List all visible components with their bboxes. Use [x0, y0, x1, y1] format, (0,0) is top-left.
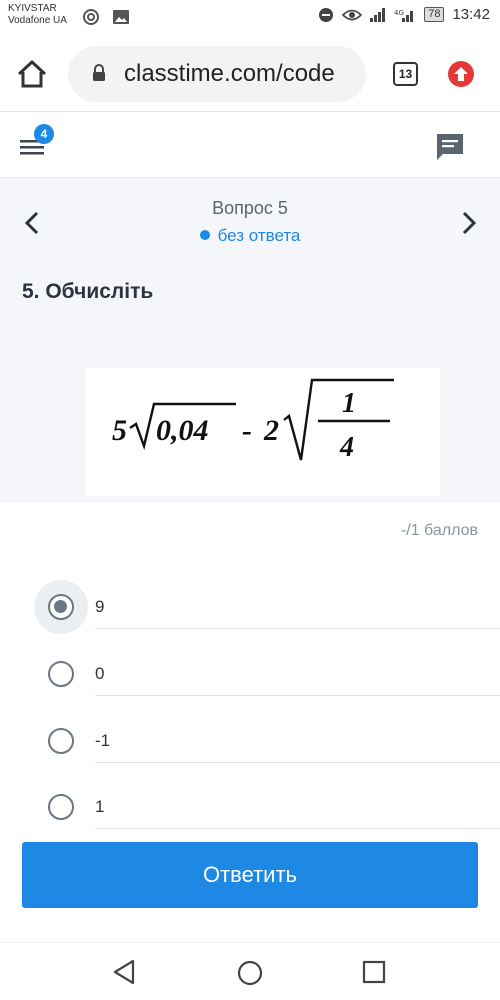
divider	[95, 828, 500, 829]
signal-icon	[370, 7, 386, 22]
option-label: 9	[95, 597, 105, 616]
tabs-button[interactable]: 13	[393, 62, 418, 86]
lock-icon	[93, 64, 105, 81]
chevron-right-icon[interactable]	[455, 206, 483, 240]
eye-icon	[342, 9, 363, 20]
points-label: -/1 баллов	[400, 522, 478, 539]
option-label: 0	[95, 664, 105, 683]
hotspot-icon	[83, 9, 99, 25]
arrow-up-icon	[454, 67, 468, 81]
option-label: -1	[95, 731, 111, 750]
carrier-info: KYIVSTAR Vodafone UA	[8, 3, 67, 27]
status-bar: KYIVSTAR Vodafone UA 4G 78 13:42	[0, 0, 500, 36]
radio-button-checked[interactable]	[48, 594, 74, 620]
option-label: 1	[95, 797, 105, 816]
divider	[95, 762, 500, 763]
answer-option[interactable]: 1	[0, 780, 500, 846]
formula-image: 5 0,04 - 2 1 4	[86, 368, 440, 496]
divider	[95, 628, 500, 629]
carrier-secondary: Vodafone UA	[8, 15, 67, 26]
answer-status-text: без ответа	[217, 226, 301, 245]
formula-coef2: 2	[263, 414, 279, 447]
clock: 13:42	[452, 6, 490, 23]
answer-option[interactable]: -1	[0, 714, 500, 780]
formula-denominator: 4	[339, 432, 354, 463]
status-dot-icon	[199, 230, 210, 240]
svg-text:4G: 4G	[394, 9, 404, 17]
divider	[95, 695, 500, 696]
chat-icon[interactable]	[435, 132, 465, 162]
answer-option[interactable]: 0	[0, 647, 500, 713]
url-text: classtime.com/code	[124, 60, 335, 87]
battery-level: 78	[424, 7, 445, 22]
browser-toolbar: classtime.com/code 13	[0, 36, 500, 112]
upload-button[interactable]	[448, 61, 474, 87]
system-nav-bar	[0, 942, 500, 1000]
answer-option[interactable]: 9	[0, 580, 500, 646]
formula-coef1: 5	[112, 414, 127, 447]
url-bar[interactable]: classtime.com/code	[68, 46, 366, 102]
home-circle-icon[interactable]	[236, 959, 264, 987]
home-icon[interactable]	[14, 56, 50, 92]
back-icon[interactable]	[111, 959, 137, 985]
question-heading: 5. Обчисліть	[22, 280, 154, 303]
radio-button[interactable]	[48, 794, 74, 820]
image-icon	[113, 10, 129, 24]
formula-minus: -	[242, 414, 252, 447]
radio-button[interactable]	[48, 661, 74, 687]
4g-signal-icon: 4G	[394, 9, 414, 22]
formula-numerator: 1	[342, 388, 356, 419]
formula-radicand1: 0,04	[156, 414, 209, 447]
question-number: Вопрос 5	[212, 198, 288, 218]
notification-badge: 4	[34, 124, 54, 144]
radio-button[interactable]	[48, 728, 74, 754]
recent-apps-icon[interactable]	[362, 960, 386, 984]
submit-button[interactable]: Ответить	[22, 842, 478, 908]
question-panel: Вопрос 5 без ответа 5. Обчисліть 5 0,04 …	[0, 178, 500, 503]
answer-status: без ответа	[0, 226, 500, 246]
carrier-primary: KYIVSTAR	[8, 3, 57, 14]
radio-dot-icon	[54, 600, 67, 613]
dnd-icon	[319, 7, 334, 22]
app-header: 4	[0, 112, 500, 178]
